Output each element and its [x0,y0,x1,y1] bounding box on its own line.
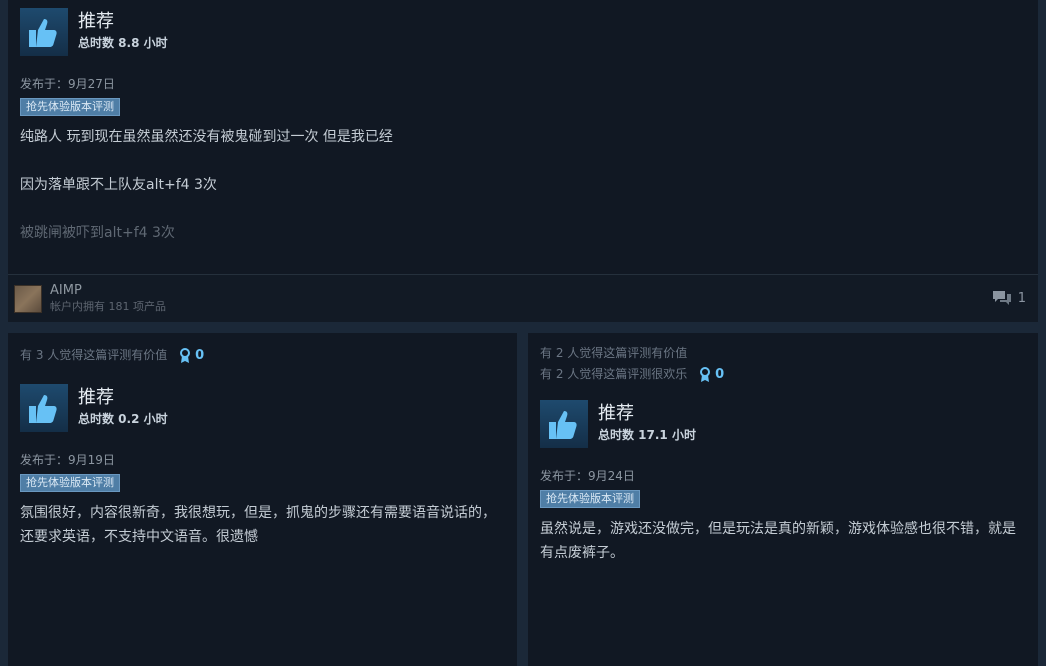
review-card-right: 有 2 人觉得这篇评测有价值 有 2 人觉得这篇评测很欢乐 0 推荐 总时数 1… [528,333,1038,666]
thumbs-up-icon[interactable] [20,384,68,432]
helpful-count: 有 3 人觉得这篇评测有价值 0 [20,345,505,366]
award-ribbon-icon [700,366,711,382]
funny-text: 有 2 人觉得这篇评测很欢乐 [540,367,688,381]
review-header: 推荐 总时数 17.1 小时 [540,400,1026,448]
funny-count: 有 2 人觉得这篇评测很欢乐 0 [540,364,1026,385]
playtime-hours: 总时数 17.1 小时 [598,428,696,442]
thumbs-up-icon[interactable] [20,8,68,56]
review-verdict[interactable]: 推荐 [78,386,168,410]
early-access-badge: 抢先体验版本评测 [20,474,120,492]
author-name[interactable]: AIMP [50,283,166,299]
products-owned[interactable]: 帐户内拥有 181 项产品 [50,299,166,315]
posted-date: 发布于：9月27日 [20,77,115,91]
review-text[interactable]: 纯路人 玩到现在虽然虽然还没有被鬼碰到过一次 但是我已经 因为落单跟不上队友al… [20,125,1026,245]
helpful-text: 有 3 人觉得这篇评测有价值 [20,348,168,362]
award-button[interactable]: 0 [699,364,724,385]
playtime-hours: 总时数 0.2 小时 [78,412,168,426]
award-ribbon-icon [180,347,191,363]
review-paragraph: 因为落单跟不上队友alt+f4 3次 [20,177,217,193]
review-header: 推荐 总时数 8.8 小时 [20,8,1026,56]
review-paragraph-faded: 被跳闸被吓到alt+f4 3次 [20,225,175,241]
posted-date: 发布于：9月24日 [540,469,635,483]
review-verdict[interactable]: 推荐 [598,402,696,426]
early-access-badge: 抢先体验版本评测 [540,490,640,508]
comment-bubble-icon [992,291,1011,305]
review-text[interactable]: 氛围很好，内容很新奇，我很想玩，但是，抓鬼的步骤还有需要语音说话的，还要求英语，… [20,501,505,549]
comment-button[interactable]: 1 [992,289,1026,307]
award-count: 0 [195,348,205,363]
playtime-hours: 总时数 8.8 小时 [78,36,168,50]
helpful-count: 有 2 人觉得这篇评测有价值 [540,346,688,360]
review-card-top: 推荐 总时数 8.8 小时 发布于：9月27日 抢先体验版本评测 纯路人 玩到现… [8,0,1038,322]
comment-count: 1 [1017,290,1026,306]
early-access-badge: 抢先体验版本评测 [20,98,120,116]
posted-date: 发布于：9月19日 [20,453,115,467]
review-author-bar: AIMP 帐户内拥有 181 项产品 1 [8,274,1038,322]
review-text[interactable]: 虽然说是，游戏还没做完，但是玩法是真的新颖，游戏体验感也很不错，就是有点废裤子。 [540,517,1026,565]
avatar[interactable] [14,284,42,313]
reviews-page: 推荐 总时数 8.8 小时 发布于：9月27日 抢先体验版本评测 纯路人 玩到现… [0,0,1046,666]
review-card-left: 有 3 人觉得这篇评测有价值 0 推荐 总时数 0.2 小时 发布于：9月19日… [8,333,517,666]
review-paragraph: 纯路人 玩到现在虽然虽然还没有被鬼碰到过一次 但是我已经 [20,129,393,145]
review-header: 推荐 总时数 0.2 小时 [20,384,505,432]
award-button[interactable]: 0 [179,345,204,366]
review-verdict[interactable]: 推荐 [78,10,168,34]
thumbs-up-icon[interactable] [540,400,588,448]
award-count: 0 [715,367,725,382]
